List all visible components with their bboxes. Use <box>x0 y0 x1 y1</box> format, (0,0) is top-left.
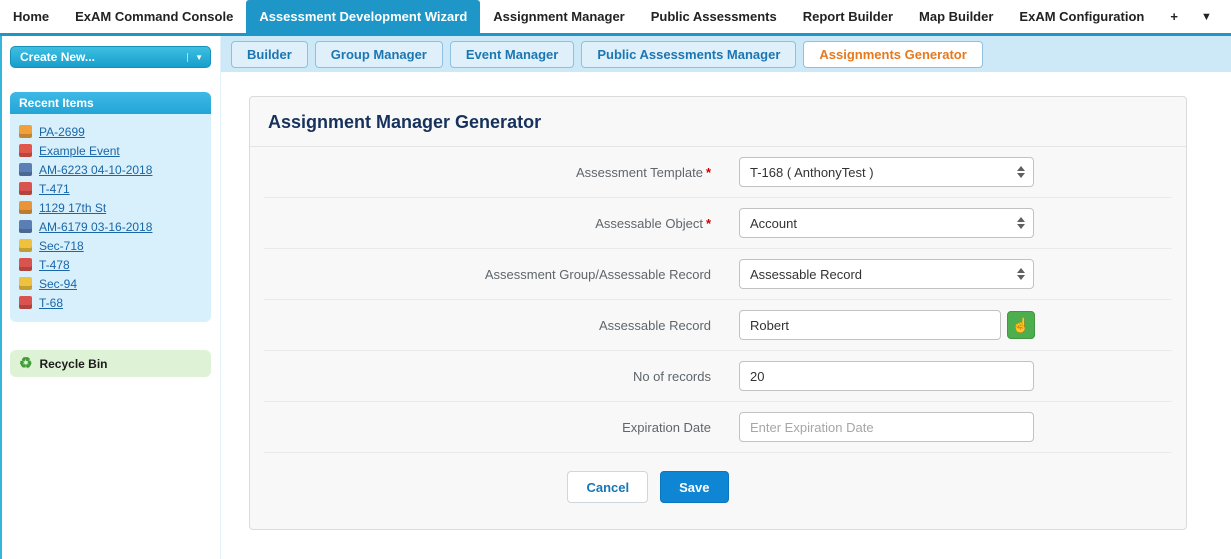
assignment-icon <box>19 163 32 176</box>
recent-item-link[interactable]: Example Event <box>39 144 120 158</box>
group-or-record-label: Assessment Group/Assessable Record <box>484 266 711 282</box>
expiration-date-label: Expiration Date <box>622 419 711 435</box>
form-actions: Cancel Save <box>250 453 1186 525</box>
recycle-bin-label: Recycle Bin <box>39 356 108 371</box>
recent-item-link[interactable]: T-478 <box>39 258 70 272</box>
sidebar: Create New... ▼ Recent Items PA-2699 Exa… <box>2 36 220 559</box>
assessable-record-input[interactable] <box>739 310 1001 340</box>
select-stepper-icon <box>1017 268 1025 280</box>
recent-item-link[interactable]: AM-6179 03-16-2018 <box>39 220 152 234</box>
select-stepper-icon <box>1017 217 1025 229</box>
recent-items-list: PA-2699 Example Event AM-6223 04-10-2018… <box>10 114 211 322</box>
assessable-record-label: Assessable Record <box>599 317 711 333</box>
recent-item-link[interactable]: T-471 <box>39 182 70 196</box>
recent-items-title: Recent Items <box>10 92 211 114</box>
list-item: Example Event <box>19 141 202 160</box>
recent-items-panel: Recent Items PA-2699 Example Event AM-62… <box>10 92 211 322</box>
required-marker: * <box>705 215 711 231</box>
group-or-record-select[interactable]: Assessable Record <box>739 259 1034 289</box>
recycle-icon: ♻ <box>19 355 33 372</box>
select-value: Account <box>750 215 797 231</box>
template-icon <box>19 182 32 195</box>
required-marker: * <box>705 164 711 180</box>
recent-item-link[interactable]: AM-6223 04-10-2018 <box>39 163 152 177</box>
list-item: T-471 <box>19 179 202 198</box>
recent-item-link[interactable]: PA-2699 <box>39 125 85 139</box>
list-item: 1129 17th St <box>19 198 202 217</box>
chevron-down-icon: ▼ <box>187 52 203 62</box>
list-item: AM-6223 04-10-2018 <box>19 160 202 179</box>
cancel-button[interactable]: Cancel <box>567 471 649 503</box>
no-of-records-input[interactable] <box>739 361 1034 391</box>
no-of-records-label: No of records <box>632 368 711 384</box>
page-title: Assignment Manager Generator <box>250 97 1186 147</box>
list-item: AM-6179 03-16-2018 <box>19 217 202 236</box>
public-assessment-icon <box>19 125 32 138</box>
assessable-record-control: ☝ <box>739 310 1035 340</box>
recent-item-link[interactable]: T-68 <box>39 296 63 310</box>
nav-tab-exam-configuration[interactable]: ExAM Configuration <box>1006 0 1157 33</box>
nav-overflow-button[interactable]: ▼ <box>1191 0 1222 33</box>
form-body: Assessment Template * T-168 ( AnthonyTest… <box>250 147 1186 453</box>
recycle-bin-link[interactable]: ♻ Recycle Bin <box>10 350 211 377</box>
select-value: Assessable Record <box>750 266 862 282</box>
assessment-template-label: Assessment Template <box>576 164 703 180</box>
recent-item-link[interactable]: 1129 17th St <box>39 201 106 215</box>
assessment-template-row: Assessment Template * T-168 ( AnthonyTest… <box>264 147 1172 198</box>
section-icon <box>19 239 32 252</box>
nav-tab-assessment-development-wizard[interactable]: Assessment Development Wizard <box>246 0 481 33</box>
tab-assignments-generator[interactable]: Assignments Generator <box>803 40 983 68</box>
top-navigation: Home ExAM Command Console Assessment Dev… <box>0 0 1231 33</box>
recent-item-link[interactable]: Sec-718 <box>39 239 84 253</box>
record-lookup-button[interactable]: ☝ <box>1007 311 1035 339</box>
list-item: PA-2699 <box>19 122 202 141</box>
lookup-icon: ☝ <box>1012 316 1030 333</box>
save-button[interactable]: Save <box>660 471 729 503</box>
assessment-template-select[interactable]: T-168 ( AnthonyTest ) <box>739 157 1034 187</box>
event-icon <box>19 144 32 157</box>
tab-public-assessments-manager[interactable]: Public Assessments Manager <box>581 40 797 68</box>
assignment-generator-card: Assignment Manager Generator Assessment … <box>249 96 1187 530</box>
nav-tab-public-assessments[interactable]: Public Assessments <box>638 0 790 33</box>
tab-group-manager[interactable]: Group Manager <box>314 40 443 68</box>
main-content: Builder Group Manager Event Manager Publ… <box>220 36 1231 559</box>
nav-tab-map-builder[interactable]: Map Builder <box>906 0 1006 33</box>
recent-item-link[interactable]: Sec-94 <box>39 277 77 291</box>
expiration-date-input[interactable] <box>739 412 1034 442</box>
nav-tab-exam-command-console[interactable]: ExAM Command Console <box>62 0 246 33</box>
nav-tab-assignment-manager[interactable]: Assignment Manager <box>480 0 637 33</box>
assessable-object-select[interactable]: Account <box>739 208 1034 238</box>
template-icon <box>19 296 32 309</box>
create-new-button[interactable]: Create New... ▼ <box>10 46 211 68</box>
section-icon <box>19 277 32 290</box>
tab-event-manager[interactable]: Event Manager <box>449 40 575 68</box>
assignment-icon <box>19 220 32 233</box>
assessable-record-row: Assessable Record ☝ <box>264 300 1172 351</box>
select-value: T-168 ( AnthonyTest ) <box>750 164 874 180</box>
group-or-record-row: Assessment Group/Assessable Record Asses… <box>264 249 1172 300</box>
address-icon <box>19 201 32 214</box>
list-item: T-478 <box>19 255 202 274</box>
no-of-records-row: No of records <box>264 351 1172 402</box>
list-item: Sec-718 <box>19 236 202 255</box>
nav-tab-report-builder[interactable]: Report Builder <box>790 0 906 33</box>
assessable-object-label: Assessable Object <box>595 215 703 231</box>
create-new-label: Create New... <box>20 50 95 64</box>
list-item: Sec-94 <box>19 274 202 293</box>
add-tab-button[interactable]: + <box>1157 0 1191 33</box>
template-icon <box>19 258 32 271</box>
select-stepper-icon <box>1017 166 1025 178</box>
expiration-date-row: Expiration Date <box>264 402 1172 453</box>
assessable-object-row: Assessable Object * Account <box>264 198 1172 249</box>
page-content: Create New... ▼ Recent Items PA-2699 Exa… <box>0 36 1231 559</box>
subtab-bar: Builder Group Manager Event Manager Publ… <box>221 36 1231 72</box>
list-item: T-68 <box>19 293 202 312</box>
nav-tab-home[interactable]: Home <box>0 0 62 33</box>
tab-builder[interactable]: Builder <box>231 40 308 68</box>
